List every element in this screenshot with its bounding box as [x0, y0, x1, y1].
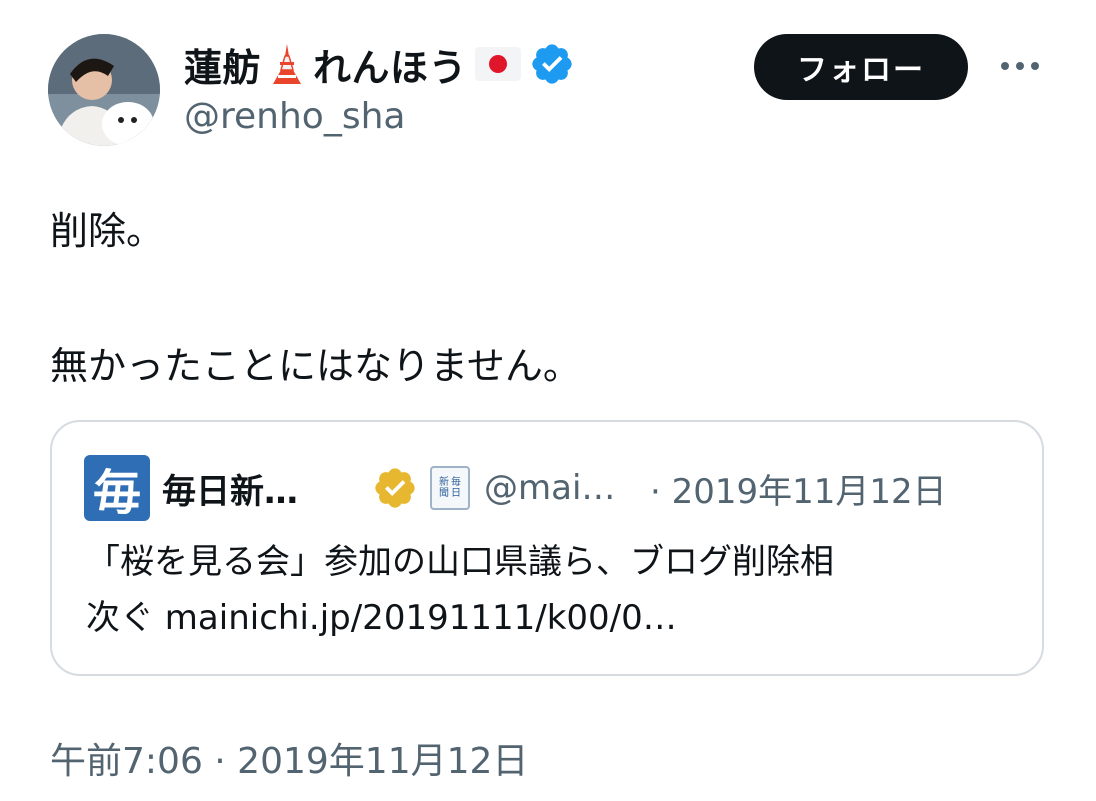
quoted-tweet-card[interactable]: 毎 毎日新… 新 毎 聞 日 @mai… · 2019年11月12日 「桜を見る…: [50, 420, 1044, 676]
avatar[interactable]: [48, 34, 160, 146]
japan-flag-icon: [475, 47, 522, 81]
affiliate-icon-char: 聞: [439, 488, 449, 499]
gold-verified-badge-icon[interactable]: [372, 465, 418, 511]
author-display-name: 蓮舫: [184, 45, 262, 90]
avatar-photo: [48, 34, 160, 146]
quoted-text-line-1: 「桜を見る会」参加の山口県議ら、ブログ削除相: [86, 542, 834, 582]
tweet-text-line-2: 無かったことにはなりません。: [50, 344, 581, 388]
follow-button[interactable]: フォロー: [754, 34, 968, 100]
tweet-text-line-1: 削除。: [50, 209, 165, 253]
quoted-tweet-text: 「桜を見る会」参加の山口県議ら、ブログ削除相 次ぐ mainichi.jp/20…: [86, 534, 1016, 646]
quoted-account-logo[interactable]: 毎: [84, 455, 150, 521]
quoted-text-line-2[interactable]: 次ぐ mainichi.jp/20191111/k00/0…: [86, 590, 1016, 646]
affiliate-icon-char: 毎: [451, 477, 461, 488]
author-name-row[interactable]: 蓮舫 れんほう: [184, 36, 575, 92]
more-options-icon[interactable]: [996, 56, 1044, 76]
quoted-account-name[interactable]: 毎日新…: [162, 464, 362, 513]
newspaper-affiliate-icon: 新 毎 聞 日: [430, 466, 470, 510]
affiliate-icon-char: 新: [439, 477, 449, 488]
quoted-account-handle[interactable]: @mai…: [484, 468, 644, 508]
author-display-name-kana: れんほう: [313, 45, 468, 90]
tweet-timestamp[interactable]: 午前7:06 · 2019年11月12日: [50, 732, 528, 784]
verified-badge-icon[interactable]: [529, 41, 575, 87]
tokyo-tower-icon: [273, 44, 302, 84]
affiliate-icon-char: 日: [451, 488, 461, 499]
quoted-tweet-header: 毎 毎日新… 新 毎 聞 日 @mai… · 2019年11月12日: [84, 454, 1014, 522]
quoted-tweet-date[interactable]: · 2019年11月12日: [650, 464, 947, 513]
author-handle[interactable]: @renho_sha: [184, 96, 405, 137]
